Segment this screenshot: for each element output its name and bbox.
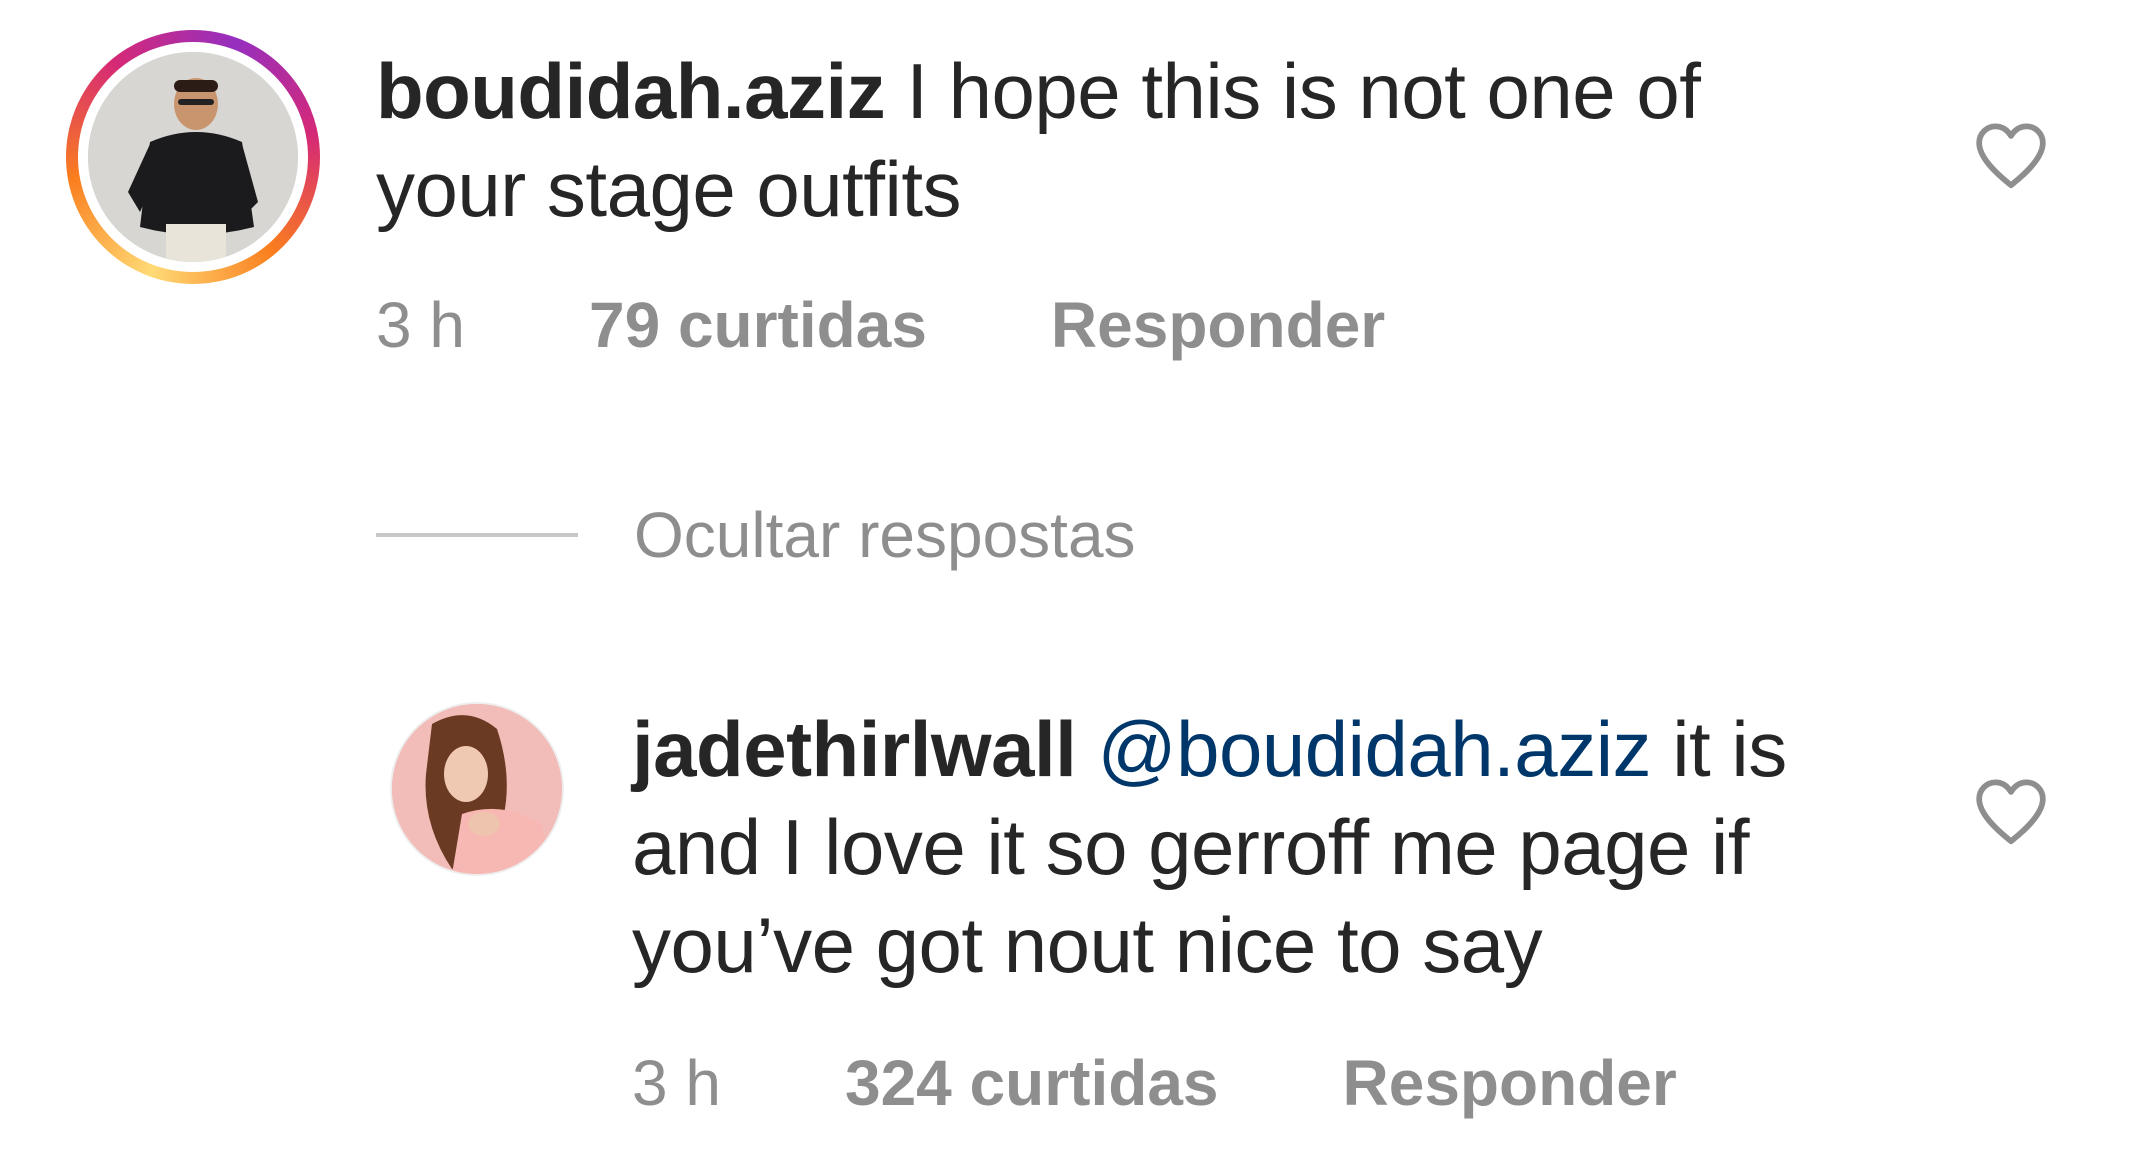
reply-comment: jadethirlwall @boudidah.aziz it is and I…: [0, 0, 2150, 1164]
reply-avatar[interactable]: [390, 702, 564, 876]
reply-username[interactable]: jadethirlwall: [632, 705, 1077, 793]
reply-time: 3 h: [632, 1047, 721, 1119]
reply-likes[interactable]: 324 curtidas: [845, 1046, 1219, 1120]
reply-text-block: jadethirlwall @boudidah.aziz it is and I…: [632, 700, 1932, 994]
reply-meta: 3 h 324 curtidas Responder: [632, 1046, 1677, 1120]
heart-outline-icon-svg: [1976, 779, 2046, 845]
heart-outline-icon[interactable]: [1972, 776, 2050, 846]
reply-avatar-image: [392, 704, 562, 874]
reply-reply-button[interactable]: Responder: [1343, 1046, 1677, 1120]
reply-mention-link[interactable]: @boudidah.aziz: [1097, 705, 1651, 793]
